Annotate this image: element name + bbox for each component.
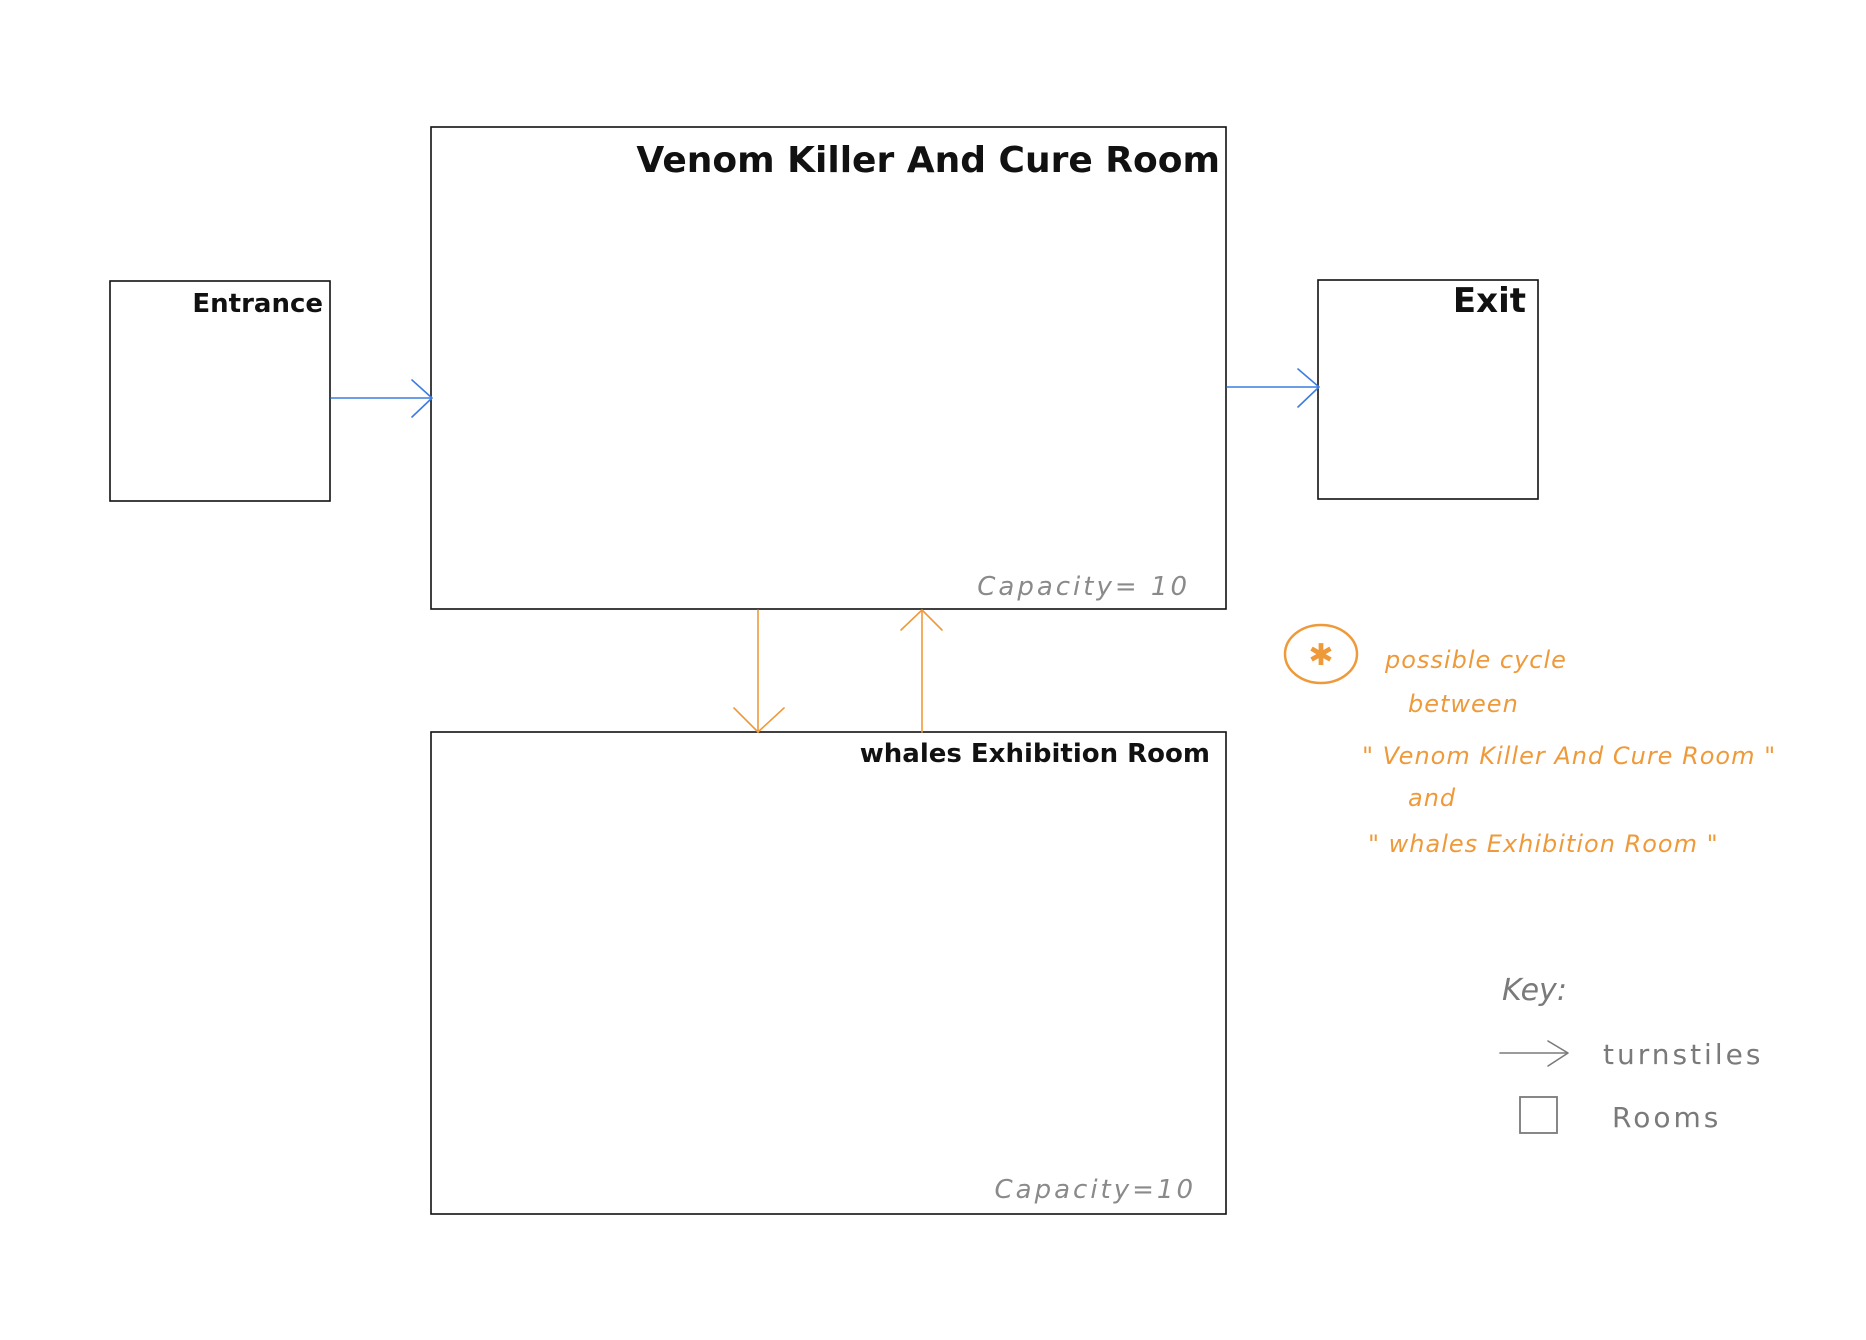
room-venom-title: Venom Killer And Cure Room — [636, 140, 1220, 181]
room-venom-killer-and-cure: Venom Killer And Cure Room Capacity= 10 — [430, 126, 1227, 610]
room-whales-capacity: Capacity=10 — [995, 1175, 1197, 1205]
room-whales-box — [430, 731, 1227, 1215]
square-icon — [1519, 1096, 1558, 1134]
arrow-right-icon — [1297, 368, 1320, 408]
note-line-4: and — [1408, 784, 1456, 812]
cycle-note: ✱ possible cycle between " Venom Killer … — [1283, 623, 1776, 858]
legend: Key: turnstiles Rooms — [1499, 973, 1763, 1134]
room-entrance-title: Entrance — [192, 289, 323, 319]
legend-rooms-label: Rooms — [1612, 1101, 1721, 1134]
note-line-2: between — [1408, 690, 1519, 718]
note-line-1: possible cycle — [1384, 646, 1567, 674]
room-venom-box — [430, 126, 1227, 610]
note-line-3: " Venom Killer And Cure Room " — [1362, 742, 1776, 770]
turnstile-venom-to-exit — [1226, 368, 1320, 408]
room-exit-title: Exit — [1453, 281, 1526, 321]
arrow-down-icon — [733, 707, 785, 733]
room-venom-capacity: Capacity= 10 — [977, 572, 1190, 602]
note-line-5: " whales Exhibition Room " — [1368, 830, 1719, 858]
museum-floor-plan-diagram: Entrance Venom Killer And Cure Room Capa… — [109, 126, 1776, 1215]
note-asterisk: ✱ — [1308, 638, 1333, 673]
legend-title: Key: — [1502, 973, 1567, 1008]
turnstile-venom-to-whales — [733, 609, 785, 733]
turnstile-whales-to-venom — [900, 609, 943, 733]
room-whales-title: whales Exhibition Room — [860, 739, 1210, 769]
room-entrance: Entrance — [109, 280, 331, 502]
turnstile-entrance-to-venom — [330, 379, 433, 418]
room-exit: Exit — [1317, 279, 1539, 500]
legend-turnstiles-label: turnstiles — [1603, 1038, 1763, 1071]
room-whales-exhibition: whales Exhibition Room Capacity=10 — [430, 731, 1227, 1215]
